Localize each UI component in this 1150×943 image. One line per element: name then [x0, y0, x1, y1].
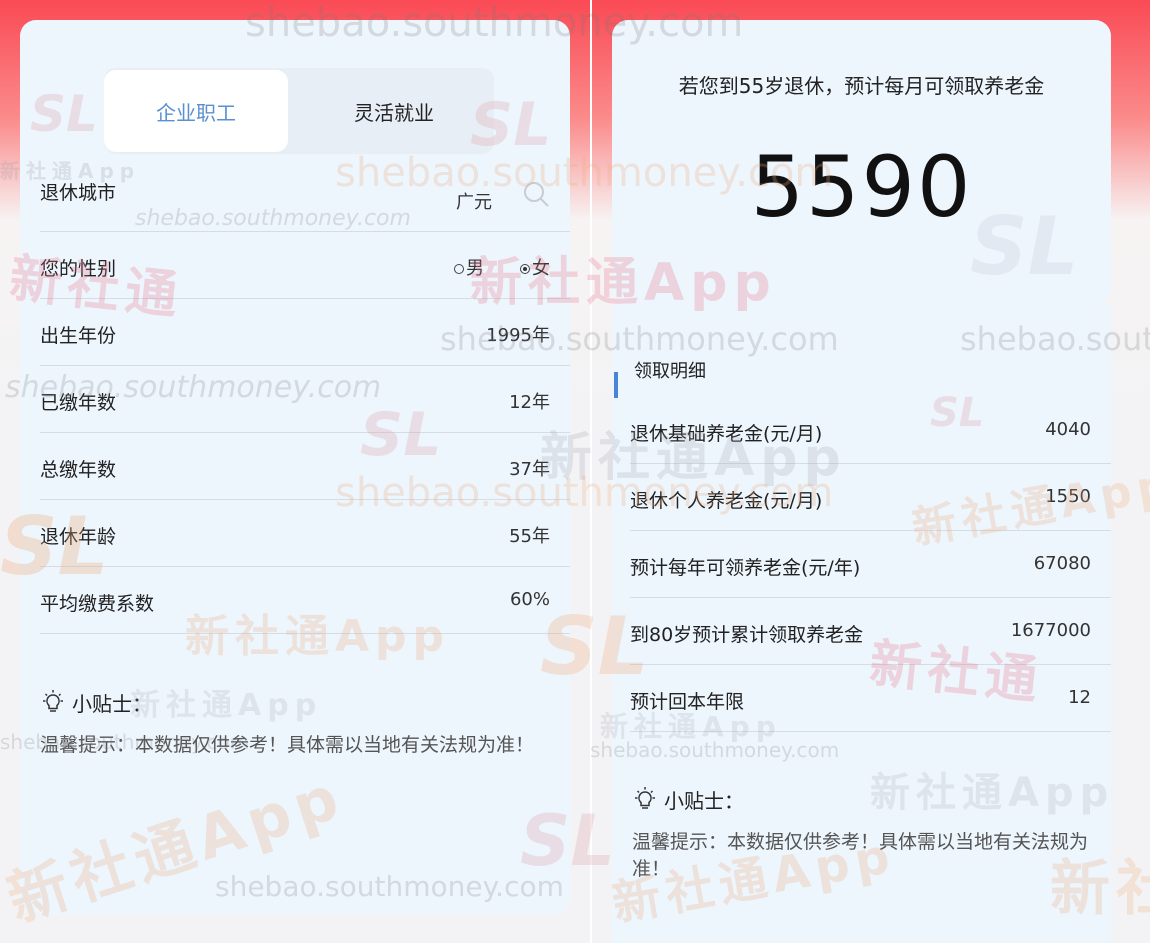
city-label: 退休城市: [40, 182, 117, 204]
tips-title-text: 小贴士：: [664, 789, 744, 813]
city-row[interactable]: 退休城市 广元: [40, 170, 570, 232]
paid-years-label: 已缴年数: [40, 392, 117, 414]
female-label: 女: [532, 258, 550, 279]
detail-row: 到80岁预计累计领取养老金 1677000: [630, 598, 1111, 665]
male-label: 男: [466, 258, 484, 279]
detail-value: 12: [1068, 687, 1091, 708]
tab-enterprise-employee[interactable]: 企业职工: [104, 70, 288, 152]
detail-section-title: 领取明细: [634, 361, 706, 382]
city-value[interactable]: 广元: [456, 188, 492, 214]
detail-label: 退休个人养老金(元/月): [630, 490, 823, 512]
search-icon[interactable]: [522, 180, 550, 208]
birth-year-row[interactable]: 出生年份 1995年: [40, 299, 570, 366]
detail-row: 退休基础养老金(元/月) 4040: [630, 397, 1111, 464]
detail-row: 退休个人养老金(元/月) 1550: [630, 464, 1111, 531]
lightbulb-icon: [43, 689, 63, 712]
employment-type-tabs: 企业职工 灵活就业: [104, 68, 494, 154]
monthly-pension-amount: 5590: [750, 138, 973, 236]
retire-age-label: 退休年龄: [40, 526, 117, 548]
result-summary-card: 若您到55岁退休，预计每月可领取养老金 5590: [612, 20, 1111, 305]
tab-flexible-employment[interactable]: 灵活就业: [302, 70, 486, 152]
paid-years-value[interactable]: 12年: [509, 388, 550, 414]
detail-value: 4040: [1045, 419, 1091, 440]
total-years-row[interactable]: 总缴年数 37年: [40, 433, 570, 500]
detail-label: 预计每年可领养老金(元/年): [630, 557, 861, 579]
tips-title: 小贴士：: [632, 785, 744, 814]
gender-option-male[interactable]: 男: [454, 254, 484, 280]
detail-row: 预计回本年限 12: [630, 665, 1111, 732]
result-screen: 若您到55岁退休，预计每月可领取养老金 5590 领取明细 退休基础养老金(元/…: [592, 0, 1150, 943]
detail-value: 1677000: [1010, 620, 1091, 641]
paid-years-row[interactable]: 已缴年数 12年: [40, 366, 570, 433]
retire-age-value[interactable]: 55年: [509, 522, 550, 548]
tips-text: 温馨提示：本数据仅供参考！具体需以当地有关法规为准！: [40, 734, 535, 756]
avg-coefficient-value[interactable]: 60%: [510, 589, 550, 610]
lightbulb-icon: [635, 786, 655, 809]
result-detail-card: 领取明细 退休基础养老金(元/月) 4040 退休个人养老金(元/月) 1550…: [612, 305, 1111, 943]
gender-option-female[interactable]: 女: [520, 254, 550, 280]
avg-coefficient-row[interactable]: 平均缴费系数 60%: [40, 567, 570, 634]
section-accent-bar: [614, 372, 618, 398]
birth-year-value[interactable]: 1995年: [486, 321, 550, 347]
radio-female[interactable]: [520, 264, 530, 274]
input-card: 企业职工 灵活就业 退休城市 广元 您的性别 男 女 出生年份 1995年 已缴…: [20, 20, 570, 915]
tips-title-text: 小贴士：: [72, 692, 152, 716]
tips-text: 温馨提示：本数据仅供参考！具体需以当地有关法规为准！: [632, 831, 1089, 880]
detail-value: 67080: [1033, 553, 1091, 574]
calculator-screen: 企业职工 灵活就业 退休城市 广元 您的性别 男 女 出生年份 1995年 已缴…: [0, 0, 590, 943]
detail-label: 到80岁预计累计领取养老金: [630, 624, 864, 646]
gender-label: 您的性别: [40, 258, 117, 280]
gender-row: 您的性别 男 女: [40, 232, 570, 299]
detail-row: 预计每年可领养老金(元/年) 67080: [630, 531, 1111, 598]
birth-year-label: 出生年份: [40, 325, 117, 347]
detail-value: 1550: [1045, 486, 1091, 507]
result-headline: 若您到55岁退休，预计每月可领取养老金: [678, 74, 1045, 98]
detail-label: 退休基础养老金(元/月): [630, 423, 823, 445]
tips-title: 小贴士：: [40, 688, 152, 717]
total-years-label: 总缴年数: [40, 459, 117, 481]
radio-male[interactable]: [454, 264, 464, 274]
total-years-value[interactable]: 37年: [509, 455, 550, 481]
detail-label: 预计回本年限: [630, 691, 745, 713]
avg-coefficient-label: 平均缴费系数: [40, 593, 155, 615]
retire-age-row[interactable]: 退休年龄 55年: [40, 500, 570, 567]
